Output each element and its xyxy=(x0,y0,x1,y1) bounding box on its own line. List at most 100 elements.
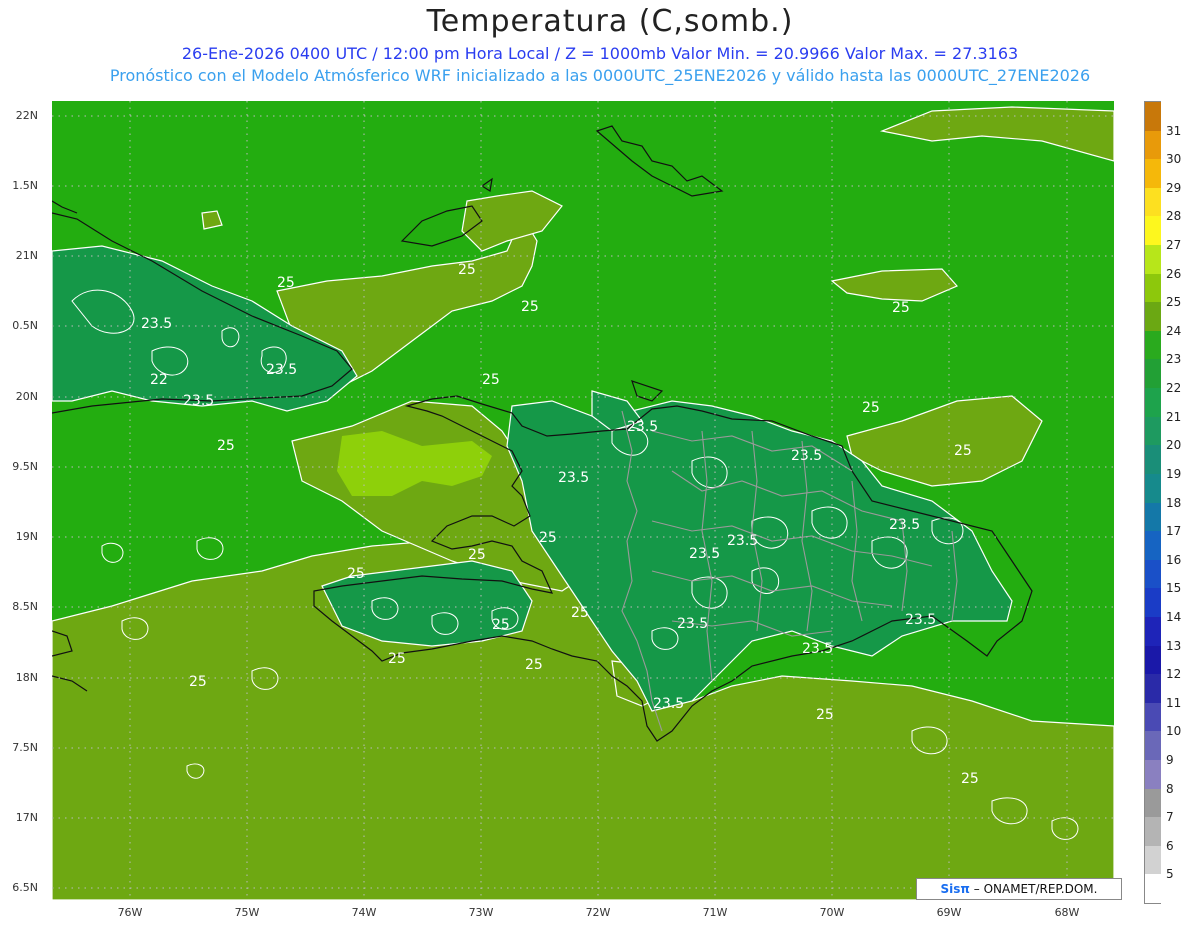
credit-brand: Sisπ xyxy=(940,882,970,896)
contour-label: 25 xyxy=(961,771,979,787)
lat-label: 8.5N xyxy=(12,600,38,613)
colorbar-label: 22 xyxy=(1166,381,1182,396)
colorbar-label: 23 xyxy=(1166,352,1182,367)
contour-label: 22 xyxy=(150,372,168,388)
colorbar-swatch xyxy=(1145,388,1161,418)
colorbar-swatch xyxy=(1145,674,1161,704)
colorbar-swatch xyxy=(1145,759,1161,789)
colorbar-swatch xyxy=(1145,616,1161,646)
lon-label: 72W xyxy=(585,906,611,919)
colorbar-swatch xyxy=(1145,445,1161,475)
lat-label: 18N xyxy=(15,671,38,684)
colorbar-label: 11 xyxy=(1166,695,1182,710)
colorbar-label: 30 xyxy=(1166,152,1182,167)
lon-label: 74W xyxy=(351,906,377,919)
colorbar-label: 10 xyxy=(1166,724,1182,739)
colorbar-swatch xyxy=(1145,130,1161,160)
contour-label: 25 xyxy=(954,443,972,459)
contour-label: 25 xyxy=(482,372,500,388)
colorbar-swatch xyxy=(1145,359,1161,389)
contour-label: 25 xyxy=(892,300,910,316)
colorbar-swatch xyxy=(1145,102,1161,131)
credit-text: – ONAMET/REP.DOM. xyxy=(973,882,1098,896)
colorbar-label: 27 xyxy=(1166,238,1182,253)
colorbar-label: 18 xyxy=(1166,495,1182,510)
model-info-line: Pronóstico con el Modelo Atmósferico WRF… xyxy=(109,66,1091,85)
colorbar-label: 7 xyxy=(1166,810,1174,825)
contour-label: 25 xyxy=(388,651,406,667)
temperature-map: 25 25 25 25 25 25 25 25 25 25 25 25 25 2… xyxy=(52,101,1114,900)
contour-label: 25 xyxy=(525,657,543,673)
colorbar-swatch xyxy=(1145,245,1161,275)
colorbar-label: 14 xyxy=(1166,609,1182,624)
colorbar-label: 8 xyxy=(1166,781,1174,796)
lat-label: 19N xyxy=(15,530,38,543)
contour-label: 25 xyxy=(539,530,557,546)
lon-label: 75W xyxy=(234,906,260,919)
lon-label: 69W xyxy=(936,906,962,919)
lat-label: 17N xyxy=(15,811,38,824)
contour-label: 25 xyxy=(277,275,295,291)
colorbar-label: 6 xyxy=(1166,838,1174,853)
contour-label: 23.5 xyxy=(802,641,833,657)
colorbar-label: 19 xyxy=(1166,466,1182,481)
contour-label: 23.5 xyxy=(905,612,936,628)
contour-label: 23.5 xyxy=(791,448,822,464)
colorbar-swatch xyxy=(1145,702,1161,732)
contour-label: 25 xyxy=(816,707,834,723)
contour-label: 23.5 xyxy=(183,393,214,409)
contour-label: 23.5 xyxy=(141,316,172,332)
contour-label: 25 xyxy=(571,605,589,621)
colorbar-swatch xyxy=(1145,273,1161,303)
contour-label: 23.5 xyxy=(653,696,684,712)
lat-label: 21N xyxy=(15,249,38,262)
colorbar-swatch xyxy=(1145,817,1161,847)
lon-label: 68W xyxy=(1054,906,1080,919)
colorbar-swatch xyxy=(1145,159,1161,189)
forecast-time-line: 26-Ene-2026 0400 UTC / 12:00 pm Hora Loc… xyxy=(181,44,1019,63)
colorbar-swatch xyxy=(1145,874,1161,904)
colorbar-swatch xyxy=(1145,645,1161,675)
contour-label: 23.5 xyxy=(558,470,589,486)
colorbar-label: 13 xyxy=(1166,638,1182,653)
lat-label: 6.5N xyxy=(12,881,38,894)
lat-label: 20N xyxy=(15,390,38,403)
colorbar-label: 20 xyxy=(1166,438,1182,453)
lat-label: 22N xyxy=(15,109,38,122)
contour-label: 23.5 xyxy=(677,616,708,632)
map-title: Temperatura (C,somb.) xyxy=(426,4,794,39)
colorbar-label: 28 xyxy=(1166,209,1182,224)
colorbar-label: 5 xyxy=(1166,867,1174,882)
colorbar-label: 26 xyxy=(1166,266,1182,281)
colorbar-label: 17 xyxy=(1166,524,1182,539)
colorbar-swatch xyxy=(1145,788,1161,818)
credit-box: Sisπ – ONAMET/REP.DOM. xyxy=(916,878,1122,900)
colorbar-label: 24 xyxy=(1166,323,1182,338)
colorbar-label: 25 xyxy=(1166,295,1182,310)
contour-label: 25 xyxy=(492,617,510,633)
colorbar-swatch xyxy=(1145,216,1161,246)
colorbar-label: 29 xyxy=(1166,180,1182,195)
colorbar-swatch xyxy=(1145,588,1161,618)
colorbar-label: 9 xyxy=(1166,752,1174,767)
colorbar-swatch xyxy=(1145,187,1161,217)
colorbar-label: 21 xyxy=(1166,409,1182,424)
colorbar-swatch xyxy=(1145,559,1161,589)
colorbar-swatch xyxy=(1145,502,1161,532)
colorbar-swatch xyxy=(1145,845,1161,875)
contour-label: 23.5 xyxy=(266,362,297,378)
contour-label: 25 xyxy=(347,566,365,582)
colorbar-label: 15 xyxy=(1166,581,1182,596)
lon-label: 70W xyxy=(819,906,845,919)
contour-label: 25 xyxy=(468,547,486,563)
lat-label: 0.5N xyxy=(12,319,38,332)
lon-label: 76W xyxy=(117,906,143,919)
contour-label: 25 xyxy=(521,299,539,315)
lat-label: 7.5N xyxy=(12,741,38,754)
contour-label: 23.5 xyxy=(889,517,920,533)
colorbar-label: 31 xyxy=(1166,123,1182,138)
colorbar-label: 16 xyxy=(1166,552,1182,567)
lat-label: 1.5N xyxy=(12,179,38,192)
lat-label: 9.5N xyxy=(12,460,38,473)
colorbar-swatch xyxy=(1145,473,1161,503)
